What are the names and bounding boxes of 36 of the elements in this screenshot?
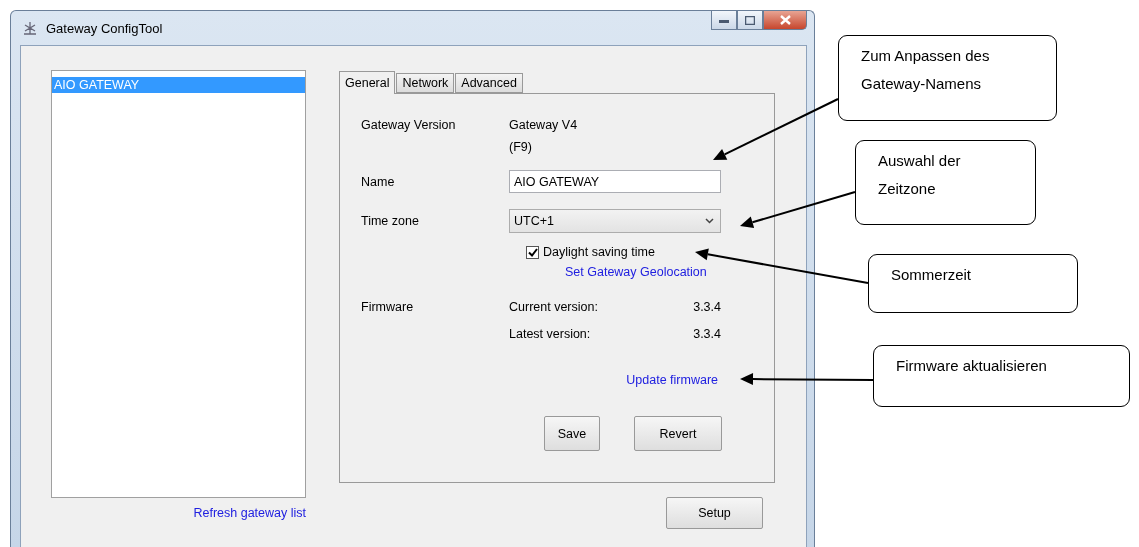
time-zone-dropdown[interactable]: UTC+1 — [509, 209, 721, 233]
checkbox-label: Daylight saving time — [543, 245, 655, 259]
tab[interactable]: Advanced — [455, 73, 523, 93]
close-button[interactable] — [763, 11, 807, 30]
version-label: Current version: — [509, 299, 599, 314]
version-label: Latest version: — [509, 326, 592, 341]
geolocation-link[interactable]: Set Gateway Geolocation — [565, 265, 707, 279]
tab[interactable]: General — [339, 71, 396, 94]
callout: Auswahl der Zeitzone — [855, 140, 1036, 225]
version-text: Gateway V4 — [509, 118, 578, 132]
update-firmware-link[interactable]: Update firmware — [626, 373, 718, 387]
tab[interactable]: Network — [396, 73, 455, 93]
callout: Zum Anpassen des Gateway-Namens — [838, 35, 1057, 121]
field-label: Time zone — [361, 214, 420, 228]
minimize-icon — [719, 17, 729, 23]
callout: Sommerzeit — [868, 254, 1078, 313]
maximize-button[interactable] — [737, 11, 763, 30]
revert-button[interactable]: Revert — [634, 416, 722, 451]
refresh-gateway-list-link[interactable]: Refresh gateway list — [193, 506, 306, 520]
version-number: 3.3.4 — [693, 299, 721, 314]
callout: Firmware aktualisieren — [873, 345, 1130, 407]
field-label: Gateway Version — [361, 117, 457, 134]
close-icon — [779, 15, 791, 25]
window-title: Gateway ConfigTool — [46, 20, 163, 36]
minimize-button[interactable] — [711, 11, 737, 30]
setup-button[interactable]: Setup — [666, 497, 763, 529]
maximize-icon — [745, 15, 755, 25]
chevron-down-icon — [705, 218, 714, 224]
field-label: Name — [361, 174, 396, 189]
name-input[interactable]: AIO GATEWAY — [509, 170, 721, 193]
daylight-checkbox[interactable] — [526, 245, 539, 259]
version-number: 3.3.4 — [693, 326, 721, 341]
app-icon — [22, 20, 38, 36]
save-button[interactable]: Save — [544, 416, 600, 451]
field-label: Firmware — [361, 299, 415, 314]
version-text: (F9) — [509, 140, 532, 154]
